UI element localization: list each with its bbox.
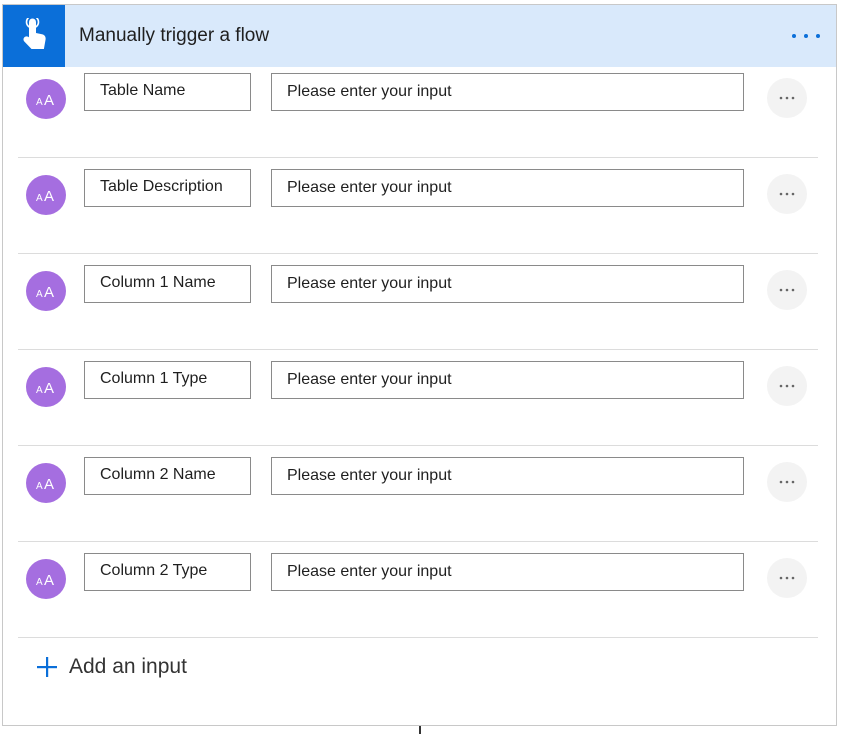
input-row: AA Column 1 Name: [18, 254, 818, 350]
input-name-field[interactable]: Column 1 Type: [84, 361, 251, 399]
trigger-header[interactable]: Manually trigger a flow: [3, 5, 836, 67]
input-more-button[interactable]: [767, 366, 807, 406]
svg-text:A: A: [44, 284, 54, 299]
input-more-button[interactable]: [767, 174, 807, 214]
plus-icon: [37, 657, 57, 677]
input-more-button[interactable]: [767, 270, 807, 310]
input-value-field[interactable]: [271, 169, 744, 207]
ellipsis-icon: [779, 96, 795, 100]
text-input-icon: AA: [26, 271, 66, 311]
input-name-field[interactable]: Column 2 Name: [84, 457, 251, 495]
svg-text:A: A: [36, 289, 43, 299]
text-input-icon: AA: [26, 463, 66, 503]
text-input-icon: AA: [26, 367, 66, 407]
ellipsis-icon: [779, 480, 795, 484]
input-value-field[interactable]: [271, 457, 744, 495]
input-more-button[interactable]: [767, 78, 807, 118]
input-more-button[interactable]: [767, 558, 807, 598]
touch-hand-icon: [3, 5, 65, 67]
add-input-button[interactable]: Add an input: [35, 655, 187, 679]
input-row: AA Column 1 Type: [18, 350, 818, 446]
input-more-button[interactable]: [767, 462, 807, 502]
text-input-icon: AA: [26, 79, 66, 119]
text-input-icon: AA: [26, 559, 66, 599]
ellipsis-icon: [779, 576, 795, 580]
svg-text:A: A: [36, 481, 43, 491]
input-value-field[interactable]: [271, 73, 744, 111]
input-name-field[interactable]: Table Name: [84, 73, 251, 111]
input-value-field[interactable]: [271, 361, 744, 399]
svg-text:A: A: [44, 380, 54, 395]
text-input-icon: AA: [26, 175, 66, 215]
input-list: AA Table Name AA Table Description AA Co…: [18, 62, 818, 638]
svg-text:A: A: [44, 188, 54, 203]
svg-text:A: A: [36, 193, 43, 203]
input-value-field[interactable]: [271, 265, 744, 303]
svg-text:A: A: [44, 476, 54, 491]
svg-text:A: A: [36, 97, 43, 107]
input-row: AA Column 2 Type: [18, 542, 818, 638]
trigger-more-button[interactable]: [776, 5, 836, 67]
input-row: AA Table Description: [18, 158, 818, 254]
ellipsis-icon: [779, 192, 795, 196]
add-input-label: Add an input: [69, 655, 187, 678]
input-value-field[interactable]: [271, 553, 744, 591]
input-row: AA Column 2 Name: [18, 446, 818, 542]
svg-text:A: A: [36, 385, 43, 395]
flow-connector-line: [419, 726, 421, 734]
trigger-title: Manually trigger a flow: [79, 25, 270, 46]
ellipsis-icon: [779, 288, 795, 292]
svg-text:A: A: [44, 572, 54, 587]
input-row: AA Table Name: [18, 62, 818, 158]
svg-text:A: A: [36, 577, 43, 587]
input-name-field[interactable]: Table Description: [84, 169, 251, 207]
input-name-field[interactable]: Column 1 Name: [84, 265, 251, 303]
ellipsis-icon: [792, 34, 820, 38]
ellipsis-icon: [779, 384, 795, 388]
svg-text:A: A: [44, 92, 54, 107]
input-name-field[interactable]: Column 2 Type: [84, 553, 251, 591]
